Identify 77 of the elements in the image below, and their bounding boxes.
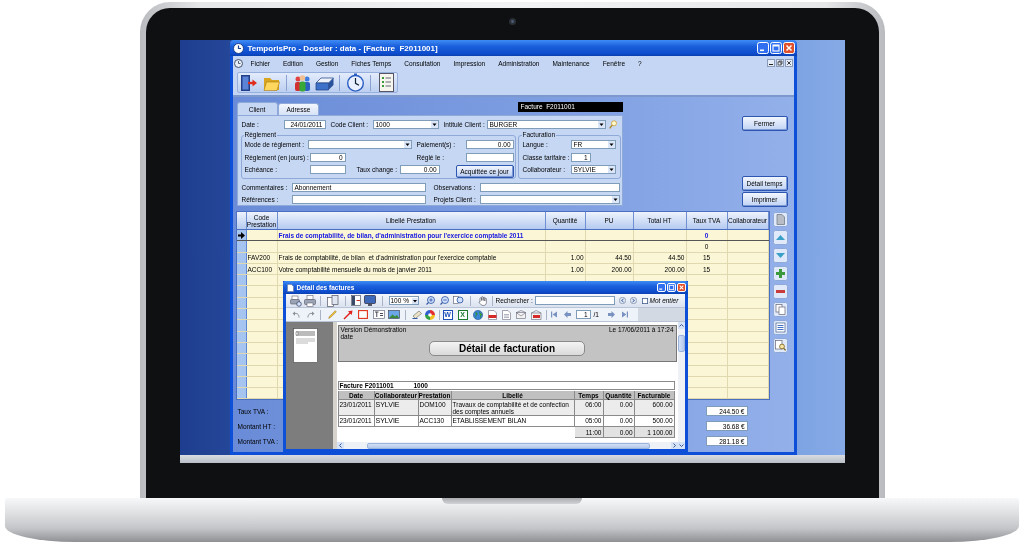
sidebar-icon[interactable] [350, 295, 361, 306]
caret-icon [607, 166, 615, 173]
scroll-left-icon[interactable] [336, 442, 344, 449]
minimize-button[interactable] [766, 59, 775, 67]
caret-icon [607, 141, 615, 148]
caret-icon [611, 196, 619, 203]
caret-icon [597, 121, 605, 128]
minus-icon[interactable] [772, 284, 788, 299]
monitor-icon[interactable] [363, 295, 376, 306]
scroll-down-icon[interactable] [677, 442, 685, 449]
list-icon[interactable] [772, 320, 788, 335]
maximize-button[interactable] [769, 42, 782, 54]
last-page-icon[interactable] [621, 311, 628, 318]
restore-button[interactable] [775, 59, 784, 67]
arrow-icon[interactable] [342, 309, 353, 320]
color-wheel-icon[interactable] [424, 309, 435, 320]
image-icon[interactable] [387, 310, 400, 319]
next-circle-icon[interactable] [629, 297, 637, 304]
search-icon[interactable] [608, 120, 617, 129]
caret-icon [411, 297, 418, 304]
rectangle-icon[interactable] [357, 310, 368, 319]
clock-icon [232, 42, 244, 54]
scroll-up-icon[interactable] [677, 322, 685, 329]
window-title: TemporisPro - Dossier : data - [Facture F2011001] [247, 43, 438, 53]
people-icon[interactable] [293, 73, 311, 92]
search-field[interactable] [534, 296, 615, 305]
printer-icon[interactable] [303, 294, 316, 307]
due-date-field[interactable] [309, 165, 346, 174]
scroll-thumb[interactable] [677, 335, 685, 352]
plus-icon[interactable] [772, 266, 788, 281]
scroll-thumb[interactable] [366, 442, 650, 449]
globe-icon[interactable] [472, 309, 483, 320]
previous-page-icon[interactable] [563, 311, 571, 318]
projects-select[interactable] [479, 195, 620, 204]
close-button[interactable] [784, 59, 793, 67]
redo-icon[interactable] [306, 311, 315, 318]
stopwatch-icon[interactable] [345, 73, 365, 92]
text-frame-icon[interactable] [372, 310, 385, 319]
page-search-icon[interactable] [772, 338, 788, 353]
references-field[interactable] [291, 195, 426, 204]
print-preview-icon[interactable] [289, 294, 302, 307]
page-icon[interactable] [772, 212, 788, 227]
next-page-icon[interactable] [607, 311, 615, 318]
previous-circle-icon[interactable] [618, 297, 626, 304]
pdf-icon[interactable] [487, 309, 497, 320]
scroll-right-icon[interactable] [670, 442, 678, 449]
hand-icon[interactable] [477, 295, 488, 306]
zoom-fit-icon[interactable] [452, 296, 464, 305]
eraser-icon[interactable] [411, 310, 422, 319]
page-icon[interactable] [501, 309, 511, 320]
door-icon[interactable] [239, 73, 258, 92]
checkbox[interactable] [641, 297, 648, 304]
horizontal-scrollbar[interactable] [336, 442, 678, 449]
zoom-in-icon[interactable] [425, 296, 435, 305]
zoom-out-icon[interactable] [439, 296, 449, 305]
caret-icon [430, 121, 438, 128]
observations-field[interactable] [479, 183, 620, 192]
camera-icon [508, 18, 516, 25]
pages-icon[interactable] [326, 294, 339, 307]
maximize-button[interactable] [666, 283, 676, 292]
caret-icon [403, 141, 411, 148]
pdf-envelope-icon[interactable] [530, 309, 542, 320]
envelope-icon[interactable] [515, 310, 526, 319]
report-title: Détail de facturation [429, 341, 585, 356]
document-icon[interactable] [378, 73, 394, 92]
page-icon [286, 283, 294, 292]
copy-icon[interactable] [772, 302, 788, 317]
page-thumbnail[interactable] [292, 328, 318, 363]
paid-on-field[interactable] [465, 153, 514, 162]
pencil-icon[interactable] [327, 310, 337, 319]
vertical-scrollbar[interactable] [677, 322, 685, 449]
row-selector[interactable] [236, 230, 247, 241]
clock-icon [233, 58, 243, 68]
payment-mode-select[interactable] [307, 140, 412, 149]
first-page-icon[interactable] [550, 311, 557, 318]
undo-icon[interactable] [291, 311, 300, 318]
row-pointer-icon [237, 231, 245, 239]
